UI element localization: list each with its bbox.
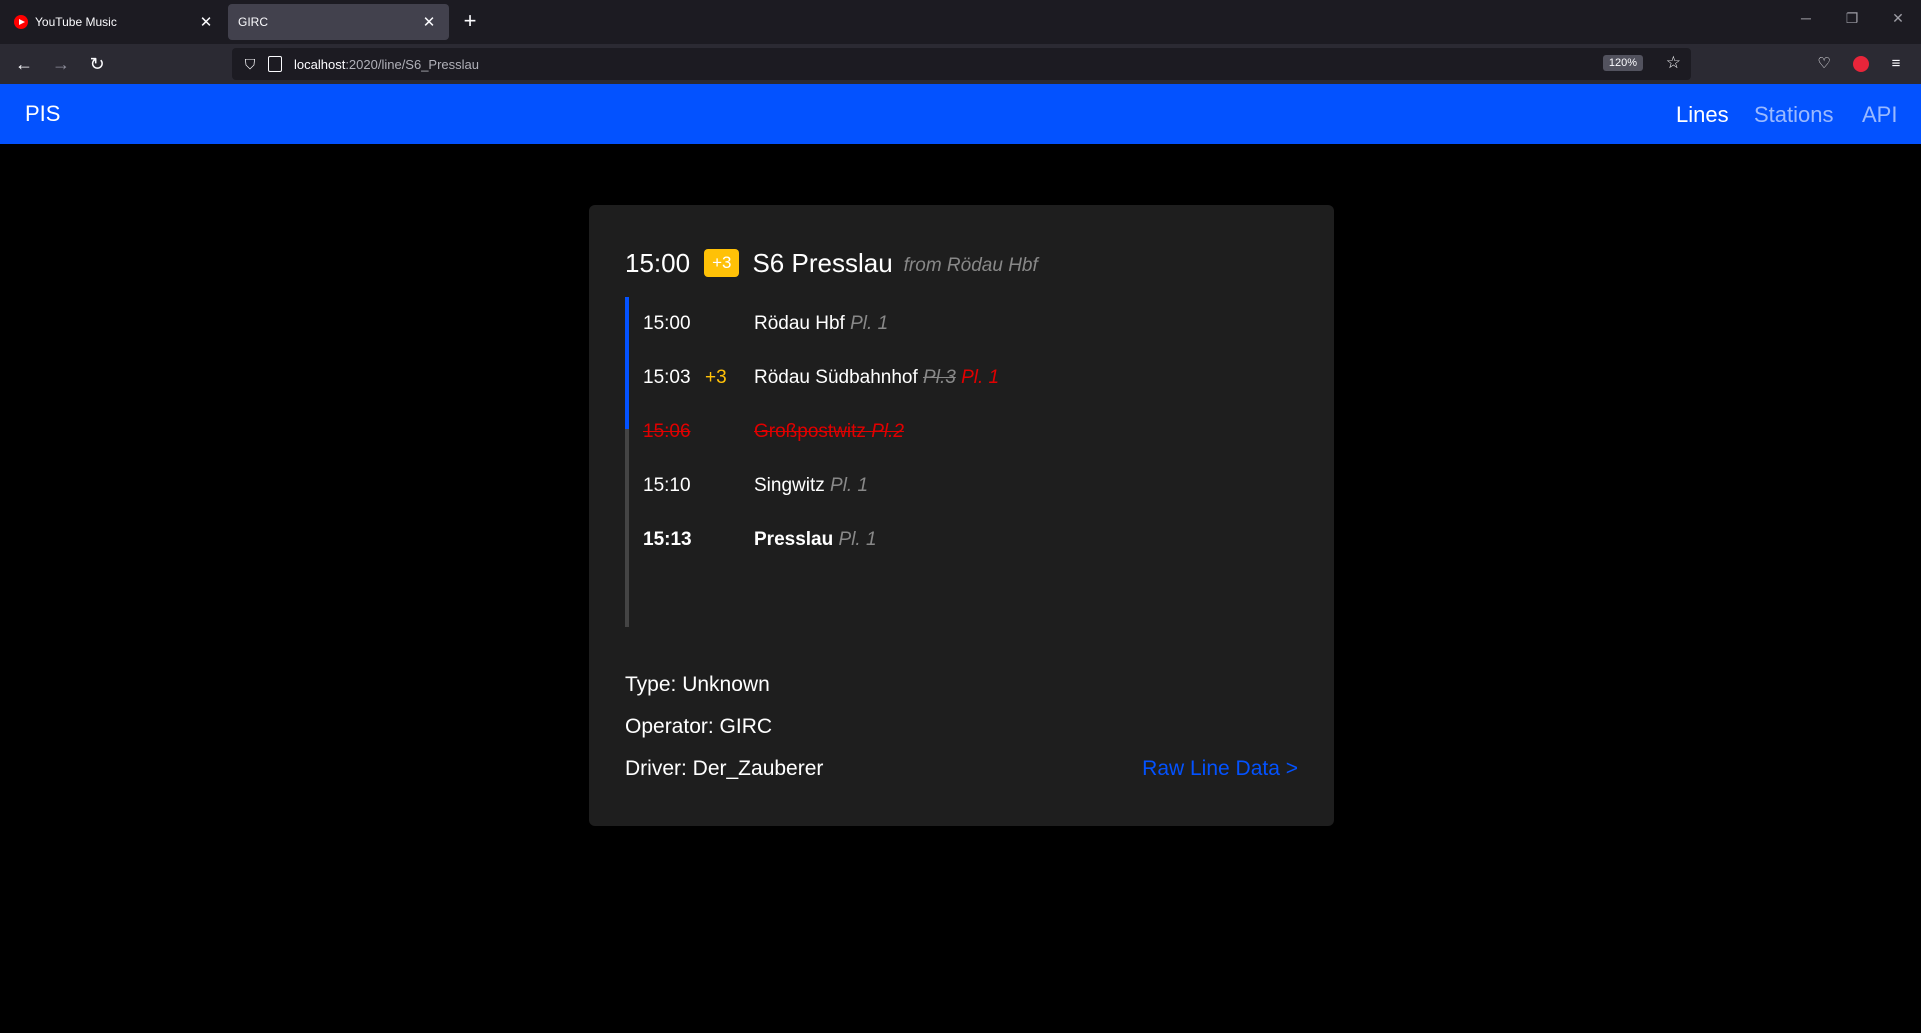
close-tab-icon[interactable]: ✕ xyxy=(196,13,216,31)
raw-line-data-link[interactable]: Raw Line Data > xyxy=(1142,757,1298,781)
tab-girc[interactable]: GIRC ✕ xyxy=(228,4,449,40)
back-arrow-icon[interactable]: ← xyxy=(12,53,36,75)
reload-icon[interactable]: ↻ xyxy=(85,53,109,75)
extension-icon[interactable] xyxy=(1851,54,1871,74)
stop-time: 15:03 xyxy=(643,367,691,388)
old-platform-label: Pl.3 xyxy=(923,367,956,388)
departure-time: 15:00 xyxy=(625,247,691,278)
tab-youtube-music[interactable]: YouTube Music ✕ xyxy=(4,4,226,40)
platform-label: Pl. 1 xyxy=(850,313,889,334)
platform-label: Pl.2 xyxy=(871,421,904,442)
tab-title: YouTube Music xyxy=(35,15,117,29)
address-bar[interactable]: ⛉ localhost:2020/line/S6_Presslau 120% ☆ xyxy=(232,48,1691,80)
url-text[interactable]: localhost:2020/line/S6_Presslau xyxy=(294,57,479,72)
close-tab-icon[interactable]: ✕ xyxy=(419,13,439,31)
platform-label: Pl. 1 xyxy=(838,529,877,550)
progress-bar xyxy=(625,297,629,429)
tab-title: GIRC xyxy=(238,15,268,29)
line-type: Type: Unknown xyxy=(625,673,770,696)
stop-name: Großpostwitz Pl.2 xyxy=(754,421,904,442)
line-name: S6 Presslau xyxy=(752,247,893,278)
new-tab-button[interactable]: + xyxy=(458,9,482,33)
line-driver: Driver: Der_Zauberer xyxy=(625,757,824,780)
brand-link[interactable]: PIS xyxy=(25,101,60,127)
delay-badge: +3 xyxy=(704,249,740,277)
stop-row-cancelled: 15:06 Großpostwitz Pl.2 xyxy=(643,417,1283,447)
stop-name: Presslau Pl. 1 xyxy=(754,529,877,550)
shield-icon[interactable]: ⛉ xyxy=(242,56,258,72)
stop-time: 15:06 xyxy=(643,421,691,442)
line-header: 15:00 +3 S6 Presslau from Rödau Hbf xyxy=(625,247,1038,279)
nav-link-stations[interactable]: Stations xyxy=(1754,102,1834,128)
stop-timeline: 15:00 Rödau Hbf Pl. 1 15:03 +3 Rödau Süd… xyxy=(625,297,1295,627)
stop-row-terminus: 15:13 Presslau Pl. 1 xyxy=(643,525,1283,555)
hamburger-menu-icon[interactable]: ≡ xyxy=(1886,54,1906,74)
bookmark-star-icon[interactable]: ☆ xyxy=(1666,53,1681,73)
nav-link-api[interactable]: API xyxy=(1862,102,1897,128)
page-viewport: PIS Lines Stations API 15:00 +3 S6 Press… xyxy=(0,84,1921,1033)
browser-toolbar: ← → ↻ ⛉ localhost:2020/line/S6_Presslau … xyxy=(0,44,1921,84)
stop-row: 15:10 Singwitz Pl. 1 xyxy=(643,471,1283,501)
stop-name: Rödau Südbahnhof Pl.3 Pl. 1 xyxy=(754,367,1000,388)
line-operator: Operator: GIRC xyxy=(625,715,773,738)
stop-row: 15:00 Rödau Hbf Pl. 1 xyxy=(643,309,1283,339)
stop-time: 15:00 xyxy=(643,313,691,334)
nav-link-lines[interactable]: Lines xyxy=(1676,102,1729,128)
stop-row: 15:03 +3 Rödau Südbahnhof Pl.3 Pl. 1 xyxy=(643,363,1283,393)
youtube-music-icon xyxy=(14,15,28,29)
stop-time: 15:13 xyxy=(643,529,692,550)
pocket-icon[interactable]: ♡ xyxy=(1814,54,1834,74)
forward-arrow-icon[interactable]: → xyxy=(49,53,73,75)
restore-window-icon[interactable]: ❐ xyxy=(1829,10,1875,27)
browser-tab-strip: YouTube Music ✕ GIRC ✕ + ─ ❐ ✕ xyxy=(0,0,1921,44)
line-origin: from Rödau Hbf xyxy=(903,255,1038,276)
stop-name: Rödau Hbf Pl. 1 xyxy=(754,313,889,334)
zoom-level-badge[interactable]: 120% xyxy=(1602,55,1643,71)
line-card: 15:00 +3 S6 Presslau from Rödau Hbf 15:0… xyxy=(589,205,1334,826)
stop-delay: +3 xyxy=(705,367,727,388)
page-icon xyxy=(268,56,282,72)
platform-label: Pl. 1 xyxy=(830,475,869,496)
minimize-window-icon[interactable]: ─ xyxy=(1783,10,1829,26)
stop-name: Singwitz Pl. 1 xyxy=(754,475,869,496)
app-navbar: PIS Lines Stations API xyxy=(0,84,1921,144)
stop-time: 15:10 xyxy=(643,475,691,496)
new-platform-label: Pl. 1 xyxy=(961,367,1000,388)
close-window-icon[interactable]: ✕ xyxy=(1875,10,1921,27)
